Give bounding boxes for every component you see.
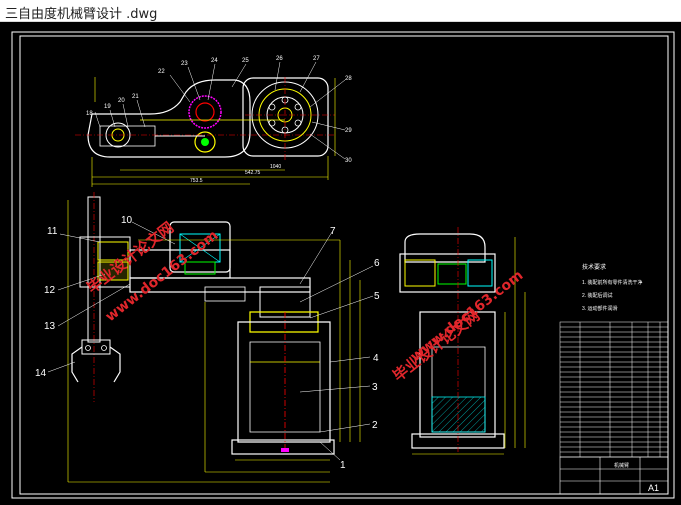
tech-line-3: 3. 运动部件润滑 xyxy=(582,305,618,312)
elbow-gear-inner xyxy=(195,102,215,122)
gripper-pin-right xyxy=(101,345,107,351)
callout-21: 21 xyxy=(132,94,139,100)
callout-23: 23 xyxy=(181,61,188,67)
side-motor-b xyxy=(467,259,493,287)
callout-24: 24 xyxy=(211,58,218,64)
elbow-gear xyxy=(188,95,222,129)
drawing-canvas[interactable]: 542.75 1040 753.5 18 19 20 21 22 23 24 2… xyxy=(0,22,681,505)
title-block-sheet: A1 xyxy=(648,483,659,493)
gripper-pin-left xyxy=(85,345,91,351)
top-callouts: 18 19 20 21 22 23 24 25 26 27 28 29 30 xyxy=(86,56,352,164)
window-titlebar: 三自由度机械臂设计 .dwg xyxy=(0,0,681,22)
callout-1: 1 xyxy=(340,460,346,471)
callout-29: 29 xyxy=(345,128,352,134)
top-dimension-lines xyxy=(91,77,336,187)
callout-7: 7 xyxy=(330,226,336,237)
callout-25: 25 xyxy=(242,58,249,64)
dim-top-width: 1040 xyxy=(270,164,281,170)
gripper-fingers xyxy=(71,346,121,383)
tech-line-1: 1. 装配前所有零件清洗干净 xyxy=(582,279,643,286)
callout-4: 4 xyxy=(373,353,379,364)
base-marker xyxy=(281,448,289,452)
callout-20: 20 xyxy=(118,98,125,104)
title-block-name: 机械臂 xyxy=(614,462,629,469)
cad-drawing: 542.75 1040 753.5 18 19 20 21 22 23 24 2… xyxy=(11,31,675,499)
side-hatched-part xyxy=(431,396,486,433)
window-title: 三自由度机械臂设计 .dwg xyxy=(5,7,158,22)
callout-12: 12 xyxy=(44,285,56,296)
callout-13: 13 xyxy=(44,321,56,332)
callout-26: 26 xyxy=(276,56,283,62)
side-top-cover xyxy=(404,233,486,263)
callout-30: 30 xyxy=(345,158,352,164)
front-leaders xyxy=(47,221,374,461)
watermarks: 毕业设计论文网 www.doc163.com 毕业设计论文网 www.doc16… xyxy=(83,218,526,385)
tech-title: 技术要求 xyxy=(582,263,606,271)
callout-5: 5 xyxy=(374,291,380,302)
dim-top-b: 753.5 xyxy=(190,178,203,184)
callout-28: 28 xyxy=(345,76,352,82)
callout-18: 18 xyxy=(86,111,93,117)
top-base-box xyxy=(242,77,329,157)
side-view xyxy=(399,227,526,455)
callout-22: 22 xyxy=(158,69,165,75)
tech-notes: 技术要求 1. 装配前所有零件清洗干净 2. 装配后调试 3. 运动部件润滑 xyxy=(582,263,643,312)
side-gear-box xyxy=(437,263,467,285)
callout-27: 27 xyxy=(313,56,320,62)
bill-of-materials xyxy=(559,321,669,458)
callout-11: 11 xyxy=(47,226,58,237)
watermark-url-right: www.doc163.com xyxy=(408,267,527,365)
callout-10: 10 xyxy=(121,215,133,226)
tech-line-2: 2. 装配后调试 xyxy=(582,292,613,299)
top-leaders xyxy=(94,61,346,160)
side-motor-a xyxy=(404,259,436,287)
callout-19: 19 xyxy=(104,104,111,110)
dim-top-a: 542.75 xyxy=(245,170,261,176)
arm-clamp xyxy=(204,286,246,302)
callout-3: 3 xyxy=(372,382,378,393)
elbow-lower-hub xyxy=(201,138,209,146)
callout-6: 6 xyxy=(374,258,380,269)
base-housing xyxy=(237,321,331,443)
callout-2: 2 xyxy=(372,420,378,431)
top-view: 542.75 1040 753.5 18 19 20 21 22 23 24 2… xyxy=(75,56,352,187)
callout-14: 14 xyxy=(35,368,47,379)
